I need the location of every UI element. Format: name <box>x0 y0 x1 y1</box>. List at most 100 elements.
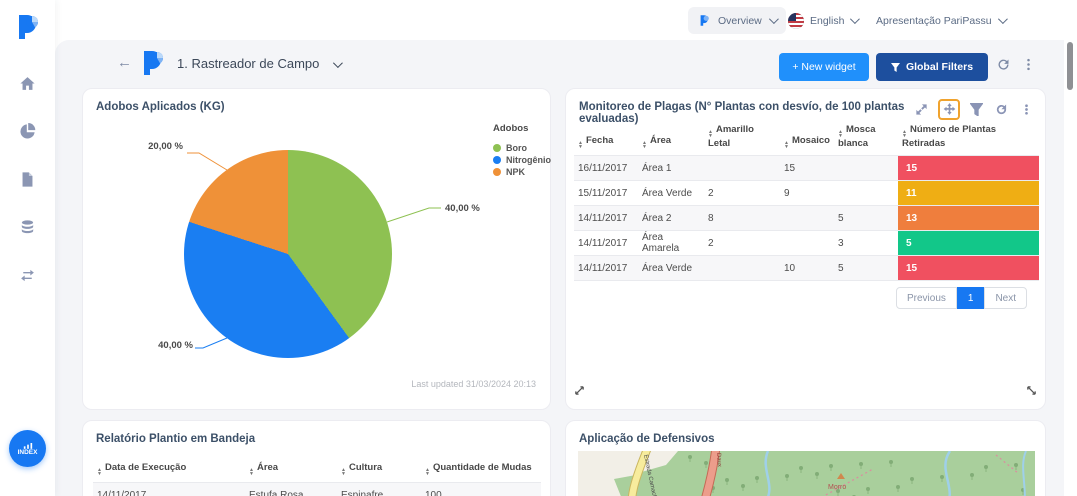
legend-label: Boro <box>506 143 527 153</box>
plants-removed-badge: 13 <box>898 205 1039 231</box>
table-row: 16/11/2017 Área 1 15 15 <box>574 155 1039 181</box>
table-cell <box>704 256 780 281</box>
index-button[interactable]: INDEX <box>9 430 46 467</box>
dashboard-selector-label: Overview <box>718 14 762 27</box>
column-header[interactable]: ▲ ▼ Área <box>638 121 704 156</box>
sort-icon: ▲ ▼ <box>784 140 789 150</box>
pie-chart[interactable] <box>184 150 392 358</box>
sidebar-item-documents[interactable] <box>17 168 39 190</box>
table-cell: 2 <box>708 237 714 249</box>
table-row: 14/11/2017 Estufa Rosa Espinafre 100 <box>93 482 541 496</box>
legend-color-dot <box>493 156 501 164</box>
paripassu-logo[interactable] <box>13 12 43 42</box>
table-cell: Estufa Rosa <box>249 489 304 496</box>
sidebar-item-database[interactable] <box>17 216 39 238</box>
legend-label: Nitrogênio <box>506 155 551 165</box>
legend-item[interactable]: Nitrogênio <box>493 155 551 165</box>
table-cell: 9 <box>784 187 790 199</box>
widget-title: Relatório Plantio em Bandeja <box>96 433 256 445</box>
pagination-previous-button[interactable]: Previous <box>895 287 957 309</box>
legend-item[interactable]: Boro <box>493 143 551 153</box>
column-header[interactable]: ▲ ▼ Fecha <box>574 121 638 156</box>
column-header[interactable]: ▲ ▼ Amarillo Letal <box>704 121 780 156</box>
page-header: ← 1. Rastreador de Campo + New widget Gl… <box>55 40 1064 88</box>
resize-handle-bottom-right[interactable] <box>1026 383 1037 401</box>
table-row: 15/11/2017 Área Verde 2 9 11 <box>574 180 1039 206</box>
filter-widget-button[interactable] <box>968 101 985 118</box>
column-header[interactable]: ▲ ▼ Área <box>245 459 337 483</box>
table-cell: 10 <box>784 262 796 274</box>
page-title[interactable]: 1. Rastreador de Campo <box>177 56 343 71</box>
dashboard-logo[interactable] <box>138 48 168 78</box>
refresh-dashboard-button[interactable] <box>996 57 1011 77</box>
expand-widget-button[interactable] <box>913 101 930 118</box>
user-menu[interactable]: Apresentação PariPassu <box>876 7 1008 34</box>
transfer-icon <box>21 269 34 281</box>
table-cell: 14/11/2017 <box>578 262 628 274</box>
language-selector[interactable]: English <box>788 7 861 34</box>
legend-item[interactable]: NPK <box>493 167 551 177</box>
sort-icon: ▲ ▼ <box>642 140 647 150</box>
table-cell <box>834 156 898 181</box>
column-header[interactable]: ▲ ▼ Mosca blanca <box>834 121 898 156</box>
table-cell: 5 <box>838 212 844 224</box>
table-row: 14/11/2017 Área 2 8 5 13 <box>574 205 1039 231</box>
legend-color-dot <box>493 144 501 152</box>
sort-icon: ▲ ▼ <box>425 467 430 477</box>
chevron-down-icon <box>997 14 1008 25</box>
refresh-widget-button[interactable] <box>993 101 1010 118</box>
document-icon <box>22 171 33 187</box>
column-header[interactable]: ▲ ▼ Cultura <box>337 459 421 483</box>
chevron-down-icon <box>850 14 861 25</box>
table-cell: 3 <box>838 237 844 249</box>
back-button[interactable]: ← <box>117 55 132 70</box>
scrollbar-thumb[interactable] <box>1067 42 1073 90</box>
column-header[interactable]: ▲ ▼ Número de Plantas Retiradas <box>898 121 1039 156</box>
column-header[interactable]: ▲ ▼ Quantidade de Mudas <box>421 459 541 483</box>
sidebar-item-transfers[interactable] <box>17 264 39 286</box>
pie-label-boro: 40,00 % <box>445 203 480 214</box>
table-cell: 2 <box>708 187 714 199</box>
sort-icon: ▲ ▼ <box>578 140 583 150</box>
map-road-vertical-label: Daux <box>715 453 722 467</box>
last-updated-label: Last updated 31/03/2024 20:13 <box>411 379 536 389</box>
pie-label-npk: 20,00 % <box>148 141 183 152</box>
new-widget-button[interactable]: + New widget <box>779 53 869 81</box>
table-cell: 14/11/2017 <box>97 489 147 496</box>
pie-legend: Adobos Boro Nitrogênio NPK <box>493 123 551 179</box>
pagination-next-button[interactable]: Next <box>984 287 1027 309</box>
chevron-down-icon <box>332 58 343 69</box>
widget-plantio: Relatório Plantio em Bandeja ▲ ▼ Data de E… <box>82 420 551 496</box>
table-cell: Área 2 <box>642 212 672 224</box>
sort-icon: ▲ ▼ <box>902 129 907 139</box>
table-cell: 14/11/2017 <box>578 212 628 224</box>
sidebar-item-home[interactable] <box>17 72 39 94</box>
move-widget-button[interactable] <box>938 99 960 120</box>
pie-chart-area: 20,00 % 40,00 % 40,00 % <box>83 89 552 411</box>
chevron-down-icon <box>768 14 779 25</box>
dashboard-menu-button[interactable] <box>1021 57 1036 77</box>
sidebar-item-dashboards[interactable] <box>17 120 39 142</box>
widget-defensivos: Aplicação de Defensivos Estrada Camacho … <box>565 420 1046 496</box>
monitoreo-table: ▲ ▼ Fecha ▲ ▼ Área ▲ ▼ Amarillo Letal ▲ ▼ Mosaico ▲ ▼… <box>574 121 1039 281</box>
global-filters-button[interactable]: Global Filters <box>876 53 988 81</box>
legend-label: NPK <box>506 167 526 177</box>
move-icon <box>943 103 955 115</box>
table-cell: 16/11/2017 <box>578 162 628 174</box>
index-label: INDEX <box>17 448 38 456</box>
table-cell <box>704 156 780 181</box>
page-title-label: 1. Rastreador de Campo <box>177 56 320 71</box>
pagination-page-1-button[interactable]: 1 <box>956 287 985 309</box>
kebab-menu-icon <box>1027 58 1030 71</box>
user-menu-label: Apresentação PariPassu <box>876 14 992 27</box>
column-header[interactable]: ▲ ▼ Mosaico <box>780 121 834 156</box>
dashboard-selector[interactable]: Overview <box>688 7 786 34</box>
map[interactable]: Estrada Camacho Daux Morro <box>578 451 1035 496</box>
sort-icon: ▲ ▼ <box>838 129 843 139</box>
widget-menu-button[interactable] <box>1018 101 1035 118</box>
column-header[interactable]: ▲ ▼ Data de Execução <box>93 459 245 483</box>
topbar: Overview English Apresentação PariPassu <box>55 0 1064 40</box>
resize-handle-bottom-left[interactable] <box>574 383 585 401</box>
plants-removed-badge: 11 <box>898 180 1039 206</box>
refresh-icon <box>996 104 1007 115</box>
